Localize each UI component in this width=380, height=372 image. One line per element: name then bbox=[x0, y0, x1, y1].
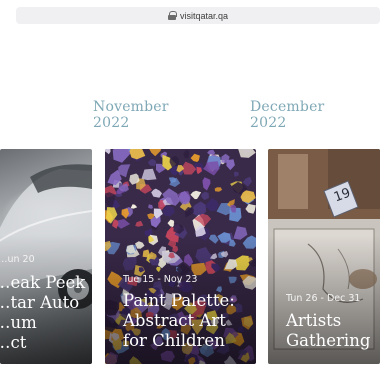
title-line: …eak Peek bbox=[0, 273, 86, 292]
month-name: December bbox=[250, 99, 325, 115]
event-title: …eak Peek …tar Auto …um …ct bbox=[0, 273, 85, 353]
address-bar[interactable]: visitqatar.qa bbox=[16, 7, 380, 24]
title-line: Gathering bbox=[286, 331, 371, 350]
event-dates: Tun 26 - Dec 31 bbox=[286, 293, 361, 304]
event-card-paint-palette[interactable]: Tue 15 - Nov 23 Paint Palette: Abstract … bbox=[105, 149, 256, 364]
event-card-auto-museum[interactable]: …un 20 …eak Peek …tar Auto …um …ct bbox=[0, 149, 92, 364]
title-line: …tar Auto bbox=[0, 293, 80, 312]
month-year: 2022 bbox=[250, 115, 287, 131]
month-heading-december: December 2022 bbox=[250, 99, 324, 131]
url-text: visitqatar.qa bbox=[179, 10, 229, 21]
event-title: Artists Gathering bbox=[286, 311, 370, 351]
title-line: …um bbox=[0, 313, 37, 332]
event-dates: …un 20 bbox=[0, 254, 35, 265]
title-line: Paint Palette: bbox=[123, 291, 235, 310]
title-line: …ct bbox=[0, 333, 27, 352]
event-title: Paint Palette: Abstract Art for Children bbox=[123, 291, 235, 351]
title-line: Abstract Art bbox=[123, 311, 226, 330]
month-name: November bbox=[93, 99, 169, 115]
title-line: Artists bbox=[286, 311, 342, 330]
month-year: 2022 bbox=[93, 115, 130, 131]
title-line: for Children bbox=[123, 331, 225, 350]
event-card-artists-gathering[interactable]: 19 Tun 26 - Dec 31 Artists Gathering bbox=[268, 149, 380, 364]
month-heading-november: November 2022 bbox=[93, 99, 169, 131]
event-dates: Tue 15 - Nov 23 bbox=[123, 274, 198, 285]
lock-icon bbox=[167, 11, 177, 20]
